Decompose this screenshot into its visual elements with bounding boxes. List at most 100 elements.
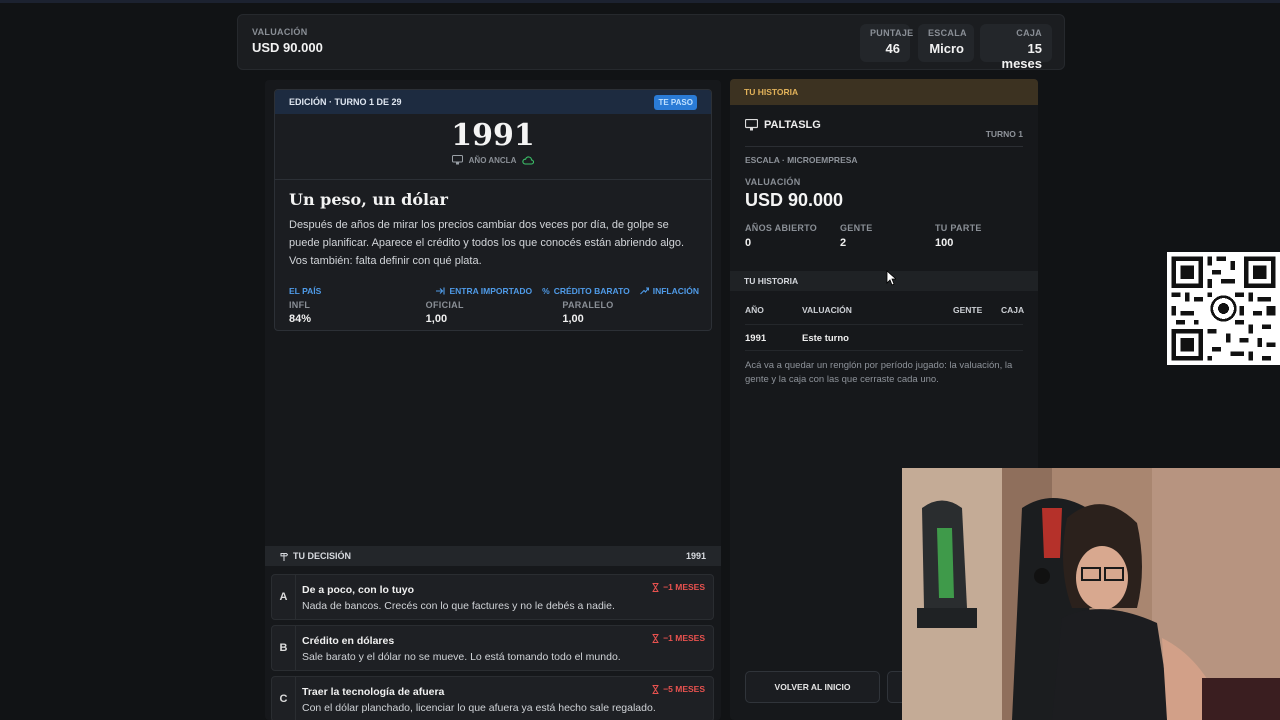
event-card: EDICIÓN · TURNO 1 DE 29 TE PASO 1991 AÑO… [274, 89, 712, 331]
option-description: Nada de bancos. Crecés con lo que factur… [302, 600, 615, 612]
indicator-official-label: OFICIAL [425, 300, 464, 310]
option-letter: A [272, 575, 296, 619]
option-letter: C [272, 677, 296, 720]
option-title: Traer la tecnología de afuera [302, 686, 445, 698]
option-c[interactable]: C Traer la tecnología de afuera Con el d… [271, 676, 714, 720]
monitor-icon [451, 155, 463, 165]
trend-up-icon [639, 287, 649, 295]
stat-years-open: AÑOS ABIERTO 0 [745, 223, 840, 249]
event-description: Después de años de mirar los precios cam… [289, 219, 685, 267]
turn-label: TURNO 1 [985, 129, 1023, 139]
country-section: EL PAÍS ENTRA IMPORTADO % CRÉDITO BARATO… [289, 286, 699, 325]
indicators: INFL 84% OFICIAL 1,00 PARALELO 1,00 [289, 300, 699, 325]
player-stats: AÑOS ABIERTO 0 GENTE 2 TU PARTE 100 [745, 223, 1030, 249]
stat-scale-value: Micro [929, 41, 964, 56]
valuation-value: USD 90.000 [252, 40, 323, 55]
arrow-in-icon [436, 287, 446, 295]
event-body: Un peso, un dólar Después de años de mir… [275, 180, 711, 270]
player-valuation-label: VALUACIÓN [745, 177, 801, 187]
te-paso-badge[interactable]: TE PASO [654, 94, 697, 110]
col-year: AÑO [745, 305, 764, 315]
indicator-inflation-value: 84% [289, 313, 312, 325]
country-tags: ENTRA IMPORTADO % CRÉDITO BARATO INFLACI… [436, 286, 699, 296]
stat-years-open-value: 0 [745, 237, 752, 249]
option-description: Con el dólar planchado, licenciar lo que… [302, 702, 656, 714]
qr-code [1167, 252, 1280, 365]
option-cost-label: −1 MESES [663, 582, 705, 592]
option-a[interactable]: A De a poco, con lo tuyo Nada de bancos.… [271, 574, 714, 620]
option-title: De a poco, con lo tuyo [302, 584, 415, 596]
stat-people-label: GENTE [840, 223, 873, 233]
player-valuation-value: USD 90.000 [745, 190, 844, 210]
stat-your-share: TU PARTE 100 [935, 223, 1030, 249]
option-cost: −1 MESES [652, 633, 705, 643]
valuation-label: VALUACIÓN [252, 27, 308, 37]
stat-people: GENTE 2 [840, 223, 935, 249]
scale-label: ESCALA · MICROEMPRESA [745, 155, 858, 165]
player-name: PALTASLG [764, 119, 821, 131]
anchor-label: AÑO ANCLA [468, 155, 517, 165]
option-letter: B [272, 626, 296, 670]
stats-bar: VALUACIÓN USD 90.000 PUNTAJE 46 ESCALA M… [237, 14, 1065, 71]
tag-imported: ENTRA IMPORTADO [436, 286, 532, 296]
history-note: Acá va a quedar un renglón por período j… [745, 360, 1013, 385]
stat-score: PUNTAJE 46 [860, 24, 914, 62]
option-title: Crédito en dólares [302, 635, 395, 647]
tag-imported-label: ENTRA IMPORTADO [449, 286, 533, 296]
hourglass-icon [652, 684, 659, 694]
stat-cash: CAJA 15 meses [980, 24, 1052, 71]
indicator-official: OFICIAL 1,00 [426, 300, 563, 325]
option-cost-label: −1 MESES [663, 633, 705, 643]
history-panel-header: TU HISTORIA [730, 79, 1038, 105]
option-cost: −1 MESES [652, 582, 705, 592]
tag-inflation-label: INFLACIÓN [652, 286, 699, 296]
stat-cash-value: 15 meses [1001, 41, 1042, 71]
percent-icon: % [542, 286, 550, 296]
history-table-header: AÑO VALUACIÓN GENTE CAJA [745, 299, 1025, 325]
option-description: Sale barato y el dólar no se mueve. Lo e… [302, 651, 621, 663]
stat-scale-label: ESCALA [928, 28, 967, 38]
valuation-block: VALUACIÓN USD 90.000 [252, 27, 323, 55]
signpost-icon [280, 552, 288, 561]
option-cost: −5 MESES [652, 684, 705, 694]
event-title: Un peso, un dólar [289, 190, 448, 209]
window-top-border [0, 0, 1280, 3]
player-valuation: VALUACIÓN USD 90.000 [745, 177, 843, 211]
stat-people-value: 2 [840, 237, 847, 249]
hourglass-icon [652, 633, 659, 643]
stat-scale: ESCALA Micro [918, 24, 974, 62]
table-row: 1991 Este turno [745, 325, 1023, 351]
stat-your-share-value: 100 [935, 237, 954, 249]
decision-year: 1991 [685, 551, 706, 561]
col-people: GENTE [953, 305, 983, 315]
stat-cash-label: CAJA [1016, 28, 1042, 38]
row-year: 1991 [745, 333, 767, 344]
stat-score-value: 46 [885, 41, 900, 56]
indicator-parallel: PARALELO 1,00 [562, 300, 699, 325]
cloud-icon [522, 155, 535, 165]
tag-cheap-credit-label: CRÉDITO BARATO [553, 286, 630, 296]
decision-header: TU DECISIÓN 1991 [265, 546, 721, 566]
indicator-official-value: 1,00 [425, 313, 448, 325]
history-panel-title: TU HISTORIA [744, 87, 799, 97]
country-label: EL PAÍS [289, 286, 322, 296]
webcam-feed [902, 468, 1280, 720]
history-table: AÑO VALUACIÓN GENTE CAJA 1991 Este turno [745, 299, 1025, 351]
col-cash: CAJA [1001, 305, 1025, 315]
event-card-header: EDICIÓN · TURNO 1 DE 29 TE PASO [275, 90, 711, 114]
indicator-parallel-label: PARALELO [562, 300, 614, 310]
option-b[interactable]: B Crédito en dólares Sale barato y el dó… [271, 625, 714, 671]
webcam-overlay [902, 468, 1280, 720]
stat-years-open-label: AÑOS ABIERTO [745, 223, 818, 233]
monitor-icon [745, 119, 758, 131]
col-valuation: VALUACIÓN [802, 305, 852, 315]
indicator-inflation: INFL 84% [289, 300, 426, 325]
event-column: EDICIÓN · TURNO 1 DE 29 TE PASO 1991 AÑO… [265, 80, 721, 720]
hourglass-icon [652, 582, 659, 592]
edition-label: EDICIÓN · TURNO 1 DE 29 [289, 97, 402, 107]
mouse-cursor-icon [886, 270, 896, 286]
stat-score-label: PUNTAJE [870, 28, 914, 38]
option-cost-label: −5 MESES [663, 684, 705, 694]
tag-cheap-credit: % CRÉDITO BARATO [542, 286, 630, 296]
back-home-button[interactable]: VOLVER AL INICIO [745, 671, 880, 703]
